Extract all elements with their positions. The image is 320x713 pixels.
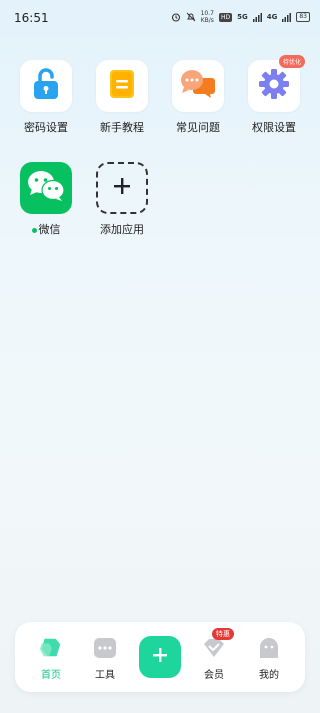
app-tile[interactable] — [172, 60, 224, 112]
app-password-settings[interactable]: 密码设置 — [16, 60, 76, 135]
profile-icon — [257, 636, 281, 660]
net-speed-value: 10.7 — [200, 10, 214, 17]
app-label: 微信 — [16, 221, 76, 237]
nav-home[interactable]: 首页 — [26, 636, 76, 681]
bottom-nav: 首页 工具 特惠 会员 我的 — [15, 622, 305, 692]
wechat-icon — [26, 169, 66, 207]
status-icons: 10.7 KB/s HD 5G 4G 83 — [171, 10, 310, 24]
signal-5g: 5G — [237, 13, 248, 21]
app-label: 新手教程 — [100, 121, 144, 134]
app-tile[interactable]: 待优化 — [248, 55, 305, 112]
plus-icon — [152, 647, 168, 667]
vip-discount-badge: 特惠 — [212, 628, 234, 640]
battery-indicator: 83 — [296, 12, 310, 22]
app-tile[interactable] — [20, 162, 72, 214]
app-label: 添加应用 — [100, 223, 144, 236]
app-label: 密码设置 — [24, 121, 68, 134]
nav-mine-label: 我的 — [259, 670, 279, 681]
alarm-icon — [171, 12, 181, 22]
running-indicator-dot — [31, 227, 37, 233]
app-permission-settings[interactable]: 待优化 权限设置 — [244, 55, 305, 135]
tools-icon — [93, 636, 117, 660]
mute-icon — [186, 12, 196, 22]
add-app-button[interactable] — [96, 162, 148, 214]
plus-icon — [113, 177, 131, 199]
app-faq[interactable]: 常见问题 — [168, 60, 228, 135]
app-tile[interactable] — [96, 60, 148, 112]
signal-bars-icon — [282, 12, 292, 22]
nav-mine[interactable]: 我的 — [244, 636, 294, 681]
home-icon — [39, 636, 63, 660]
app-label: 权限设置 — [252, 121, 296, 134]
net-speed-unit: KB/s — [200, 17, 214, 24]
app-wechat[interactable]: 微信 — [16, 162, 76, 237]
center-add-button[interactable] — [139, 636, 181, 678]
app-label: 常见问题 — [176, 121, 220, 134]
chat-bubbles-icon — [180, 68, 216, 104]
nav-vip-label: 会员 — [204, 670, 224, 681]
app-label-text: 微信 — [38, 223, 61, 236]
signal-bars-icon — [252, 12, 262, 22]
document-icon — [108, 69, 136, 103]
signal-4g: 4G — [266, 13, 278, 21]
app-add[interactable]: 添加应用 — [92, 162, 152, 237]
optimize-badge: 待优化 — [278, 55, 305, 68]
net-speed: 10.7 KB/s — [201, 10, 214, 24]
nav-home-label: 首页 — [41, 670, 61, 681]
app-tutorial[interactable]: 新手教程 — [92, 60, 152, 135]
nav-tools-label: 工具 — [95, 670, 115, 681]
vip-icon: 特惠 — [202, 628, 234, 660]
app-tile[interactable] — [20, 60, 72, 112]
nav-vip[interactable]: 特惠 会员 — [189, 628, 239, 681]
hd-badge: HD — [218, 12, 233, 22]
nav-tools[interactable]: 工具 — [80, 636, 130, 681]
status-bar: 16:51 10.7 KB/s HD 5G 4G 83 — [0, 0, 320, 36]
unlock-icon — [31, 67, 61, 105]
gear-icon — [258, 68, 290, 104]
status-time: 16:51 — [14, 11, 49, 25]
